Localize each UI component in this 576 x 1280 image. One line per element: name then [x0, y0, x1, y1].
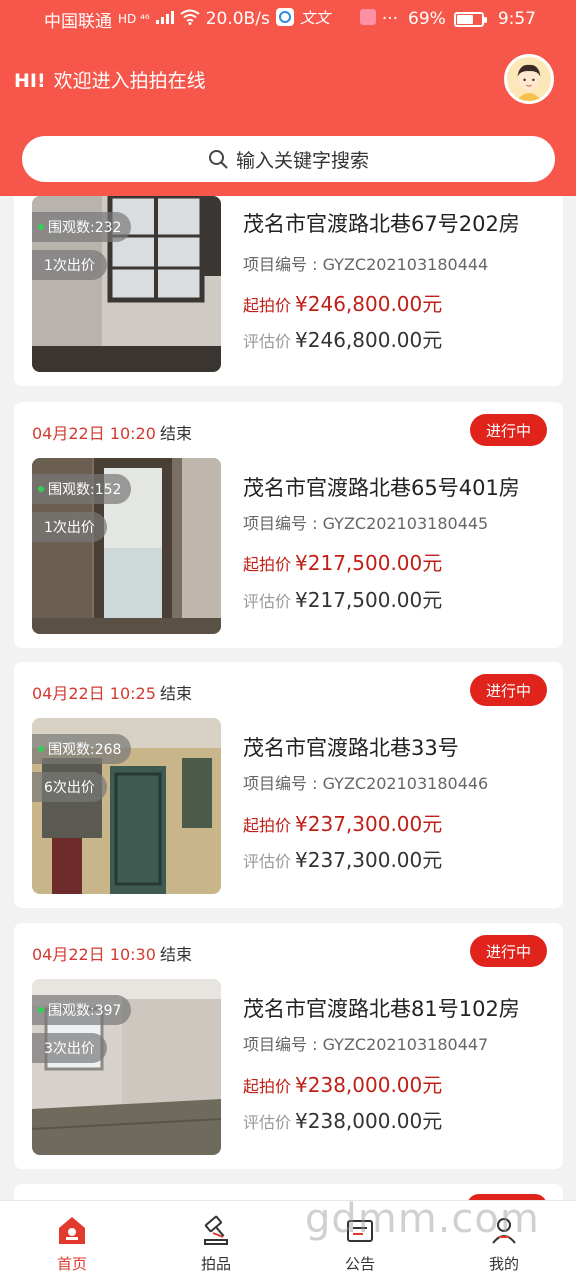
project-code: 项目编号 : GYZC202103180444 [243, 255, 489, 274]
bids-badge: 1次出价 [32, 250, 107, 280]
listing-photo: 围观数:152 1次出价 [32, 458, 221, 634]
bids-badge: 1次出价 [32, 512, 107, 542]
listing-card[interactable]: 04月22日 10:30 结束 进行中 围观数:397 3次出价 茂名市官渡路北… [14, 923, 563, 1169]
listing-card[interactable]: 围观数:232 1次出价 茂名市官渡路北巷67号202房 项目编号 : GYZC… [14, 196, 563, 386]
wifi-icon [180, 9, 200, 30]
app-notification-icon [275, 7, 294, 31]
listing-title: 茂名市官渡路北巷33号 [243, 736, 459, 760]
listing-card[interactable]: 04月22日 10:20 结束 进行中 围观数:152 1次出价 茂名市官渡路北… [14, 402, 563, 648]
bids-badge: 3次出价 [32, 1033, 107, 1063]
appraised-price: 评估价 ¥238,000.00元 [243, 1109, 443, 1133]
listing-title: 茂名市官渡路北巷67号202房 [243, 212, 520, 236]
views-badge: 围观数:232 [32, 212, 132, 242]
starting-price: 起拍价 ¥237,300.00元 [243, 812, 443, 836]
auction-end-time: 04月22日 10:20 [32, 424, 156, 443]
starting-price: 起拍价 ¥246,800.00元 [243, 292, 443, 316]
starting-price: 起拍价 ¥238,000.00元 [243, 1073, 443, 1097]
listing-photo: 围观数:268 6次出价 [32, 718, 221, 894]
signal-icon [155, 9, 174, 29]
appraised-price: 评估价 ¥246,800.00元 [243, 328, 443, 352]
search-bar[interactable]: 输入关键字搜索 [22, 136, 555, 182]
auction-end-time: 04月22日 10:25 [32, 684, 156, 703]
listing-list[interactable]: 围观数:232 1次出价 茂名市官渡路北巷67号202房 项目编号 : GYZC… [0, 196, 576, 1200]
avatar-illustration [507, 57, 551, 101]
header: HI! 欢迎进入拍拍在线 输入关键字搜索 [0, 38, 576, 196]
search-icon [208, 150, 228, 169]
gavel-icon [204, 1215, 228, 1245]
appraised-price: 评估价 ¥217,500.00元 [243, 588, 443, 612]
tab-items[interactable]: 拍品 [144, 1201, 288, 1280]
tab-label: 首页 [56, 1255, 87, 1273]
greeting-hi: HI! [14, 70, 46, 92]
watermark: gdmm.com [305, 1196, 540, 1242]
listing-card[interactable]: 04月22日 10:25 结束 进行中 围观数:268 6次出价 茂名市官渡路北… [14, 662, 563, 908]
clock: 9:57 [497, 9, 536, 29]
project-code: 项目编号 : GYZC202103180446 [243, 774, 489, 793]
project-code: 项目编号 : GYZC202103180447 [243, 1035, 489, 1054]
network-speed: 20.0B/s [205, 9, 270, 29]
listing-title: 茂名市官渡路北巷65号401房 [243, 476, 520, 500]
avatar[interactable] [504, 54, 554, 104]
status-badge: 进行中 [469, 414, 547, 446]
greeting-text: 欢迎进入拍拍在线 [53, 70, 206, 92]
appraised-price: 评估价 ¥237,300.00元 [243, 848, 443, 872]
end-label: 结束 [160, 424, 193, 443]
tab-label: 我的 [488, 1255, 519, 1273]
listing-title: 茂名市官渡路北巷81号102房 [243, 997, 520, 1021]
tab-home[interactable]: 首页 [0, 1201, 144, 1280]
starting-price: 起拍价 ¥217,500.00元 [243, 551, 443, 575]
app-notification-icon-2: 文文 [300, 8, 354, 31]
end-label: 结束 [160, 684, 193, 703]
app-notification-icon-3 [359, 8, 376, 30]
status-badge: 进行中 [469, 674, 547, 706]
network-badges: HD ⁴⁶ [118, 12, 150, 26]
battery-icon [453, 11, 487, 27]
more-notifications: ··· [381, 9, 399, 29]
home-icon [59, 1217, 85, 1244]
listing-photo: 围观数:232 1次出价 [32, 196, 221, 372]
views-badge: 围观数:152 [32, 474, 132, 504]
auction-end-time: 04月22日 10:30 [32, 945, 156, 964]
search-placeholder: 输入关键字搜索 [235, 149, 369, 172]
svg-text:文文: 文文 [300, 9, 332, 26]
views-badge: 围观数:268 [32, 734, 132, 764]
views-badge: 围观数:397 [32, 995, 132, 1025]
tab-label: 公告 [344, 1255, 375, 1273]
bids-badge: 6次出价 [32, 772, 107, 802]
greeting: HI! 欢迎进入拍拍在线 [14, 66, 206, 93]
listing-photo: 围观数:397 3次出价 [32, 979, 221, 1155]
carrier-label: 中国联通 [44, 11, 112, 32]
project-code: 项目编号 : GYZC202103180445 [243, 514, 489, 533]
end-label: 结束 [160, 945, 193, 964]
battery-percent: 69% [408, 9, 446, 29]
status-bar: 中国联通 HD ⁴⁶ 20.0B/s 文文 ··· 69% 9:57 [0, 0, 576, 38]
status-badge: 进行中 [469, 935, 547, 967]
tab-label: 拍品 [200, 1255, 231, 1273]
